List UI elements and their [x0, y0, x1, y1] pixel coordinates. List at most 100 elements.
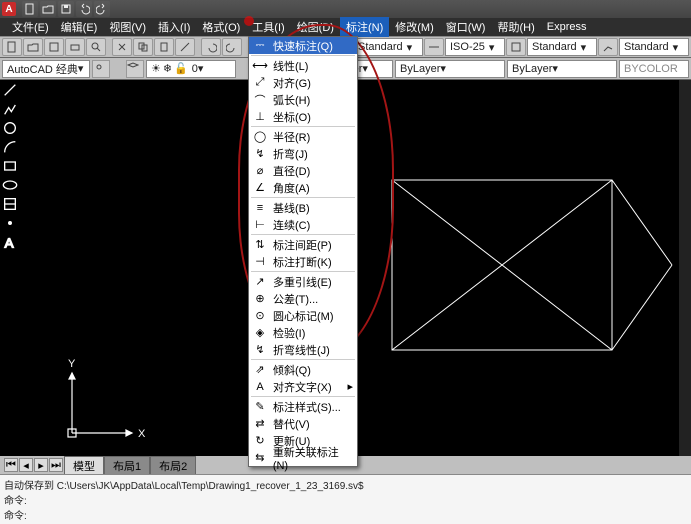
menu-draw[interactable]: 绘图(D): [291, 17, 340, 37]
linetype-combo[interactable]: ByLayer▾: [395, 60, 505, 78]
dim-icon[interactable]: [424, 38, 444, 56]
polyline-tool-icon[interactable]: [2, 101, 18, 117]
plotstyle-combo[interactable]: BYCOLOR: [619, 60, 689, 78]
menu-ordinate[interactable]: ⊥坐标(O): [249, 108, 357, 125]
menu-radius[interactable]: ◯半径(R): [249, 128, 357, 145]
redo-icon[interactable]: [222, 38, 242, 56]
dimspace-icon: ⇅: [253, 238, 267, 252]
menu-continue[interactable]: ⊢连续(C): [249, 216, 357, 233]
menu-inspect[interactable]: ◈检验(I): [249, 324, 357, 341]
chevron-down-icon: ▾: [489, 41, 495, 54]
dimension-dropdown: ⎓快速标注(Q) ⟷线性(L) ⤢对齐(G) ⌒弧长(H) ⊥坐标(O) ◯半径…: [248, 36, 358, 467]
cmd-prompt: 命令:: [4, 507, 687, 522]
layer-manager-icon[interactable]: [126, 60, 144, 78]
tab-prev-icon[interactable]: ◂: [19, 458, 33, 472]
tab-layout1[interactable]: 布局1: [104, 456, 150, 475]
print-icon[interactable]: [65, 38, 85, 56]
menu-dimspace[interactable]: ⇅标注间距(P): [249, 236, 357, 253]
menu-separator: [251, 126, 355, 127]
qat-save-icon[interactable]: [58, 1, 74, 17]
ellipse-tool-icon[interactable]: [2, 177, 18, 193]
menu-insert[interactable]: 插入(I): [152, 17, 196, 37]
angular-dim-icon: ∠: [253, 181, 267, 195]
paste-icon[interactable]: [154, 38, 174, 56]
qat-new-icon[interactable]: [22, 1, 38, 17]
qat-undo-icon[interactable]: [76, 1, 92, 17]
tab-last-icon[interactable]: ⏭: [49, 458, 63, 472]
dimstyle-combo[interactable]: ISO-25▾: [445, 38, 505, 56]
menu-dimstyle[interactable]: ✎标注样式(S)...: [249, 398, 357, 415]
menu-diameter[interactable]: ⌀直径(D): [249, 162, 357, 179]
menu-oblique[interactable]: ⇗倾斜(Q): [249, 361, 357, 378]
point-tool-icon[interactable]: [2, 215, 18, 231]
menu-edit[interactable]: 编辑(E): [55, 17, 104, 37]
circle-tool-icon[interactable]: [2, 120, 18, 136]
chevron-down-icon: ▾: [581, 41, 587, 54]
tab-layout2[interactable]: 布局2: [150, 456, 196, 475]
arc-tool-icon[interactable]: [2, 139, 18, 155]
menu-separator: [251, 396, 355, 397]
update-icon: ↻: [253, 434, 267, 448]
menu-aligned[interactable]: ⤢对齐(G): [249, 74, 357, 91]
menu-format[interactable]: 格式(O): [196, 17, 246, 37]
textstyle-combo[interactable]: Standard▾: [353, 38, 423, 56]
menu-centermark[interactable]: ⊙圆心标记(M): [249, 307, 357, 324]
menu-view[interactable]: 视图(V): [103, 17, 152, 37]
menu-baseline[interactable]: ≡基线(B): [249, 199, 357, 216]
menu-window[interactable]: 窗口(W): [440, 17, 492, 37]
reassociate-icon: ⇆: [253, 451, 267, 465]
hatch-tool-icon[interactable]: [2, 196, 18, 212]
vertical-scrollbar[interactable]: [679, 80, 691, 456]
tab-next-icon[interactable]: ▸: [34, 458, 48, 472]
annotation-marker: [244, 16, 254, 26]
tablestyle-value: Standard: [532, 41, 577, 53]
preview-icon[interactable]: [86, 38, 106, 56]
qat-open-icon[interactable]: [40, 1, 56, 17]
workspace-combo[interactable]: AutoCAD 经典▾: [2, 60, 90, 78]
table-icon[interactable]: [506, 38, 526, 56]
menu-reassociate[interactable]: ⇆重新关联标注(N): [249, 449, 357, 466]
menu-override[interactable]: ⇄替代(V): [249, 415, 357, 432]
tablestyle-combo[interactable]: Standard ▾: [527, 38, 597, 56]
menu-joggedlinear[interactable]: ↯折弯线性(J): [249, 341, 357, 358]
open-icon[interactable]: [23, 38, 43, 56]
lineweight-combo[interactable]: ByLayer▾: [507, 60, 617, 78]
menu-express[interactable]: Express: [541, 19, 593, 35]
menu-help[interactable]: 帮助(H): [491, 17, 540, 37]
rect-tool-icon[interactable]: [2, 158, 18, 174]
text-tool-icon[interactable]: A: [2, 234, 18, 250]
menu-arclength[interactable]: ⌒弧长(H): [249, 91, 357, 108]
app-icon[interactable]: A: [2, 2, 16, 16]
menu-dimbreak[interactable]: ⊣标注打断(K): [249, 253, 357, 270]
menu-dimension[interactable]: 标注(N): [340, 17, 389, 37]
copy-icon[interactable]: [133, 38, 153, 56]
menu-aligntext[interactable]: A对齐文字(X)▸: [249, 378, 357, 395]
tab-model[interactable]: 模型: [64, 456, 104, 475]
menu-file[interactable]: 文件(E): [6, 17, 55, 37]
line-tool-icon[interactable]: [2, 82, 18, 98]
mleaderstyle-combo[interactable]: Standard▾: [619, 38, 689, 56]
menu-mleader[interactable]: ↗多重引线(E): [249, 273, 357, 290]
menu-linear[interactable]: ⟷线性(L): [249, 57, 357, 74]
menu-tolerance[interactable]: ⊕公差(T)...: [249, 290, 357, 307]
draw-toolbar: A: [0, 80, 20, 456]
qat-redo-icon[interactable]: [94, 1, 110, 17]
layer-combo[interactable]: ☀ ❄ 🔓 0 ▾: [146, 60, 236, 78]
menu-separator: [251, 55, 355, 56]
workspace-value: AutoCAD 经典: [7, 61, 78, 77]
ucs-x-label: X: [138, 428, 146, 440]
command-line[interactable]: 自动保存到 C:\Users\JK\AppData\Local\Temp\Dra…: [0, 474, 691, 524]
menu-angular[interactable]: ∠角度(A): [249, 179, 357, 196]
centermark-icon: ⊙: [253, 309, 267, 323]
tab-first-icon[interactable]: ⏮: [4, 458, 18, 472]
menu-quickdim[interactable]: ⎓快速标注(Q): [249, 37, 357, 54]
match-icon[interactable]: [175, 38, 195, 56]
menu-jogged[interactable]: ↯折弯(J): [249, 145, 357, 162]
gear-icon[interactable]: [92, 60, 110, 78]
save-icon[interactable]: [44, 38, 64, 56]
cut-icon[interactable]: [112, 38, 132, 56]
undo-icon[interactable]: [201, 38, 221, 56]
new-icon[interactable]: [2, 38, 22, 56]
menu-modify[interactable]: 修改(M): [389, 17, 440, 37]
mleader-icon[interactable]: [598, 38, 618, 56]
